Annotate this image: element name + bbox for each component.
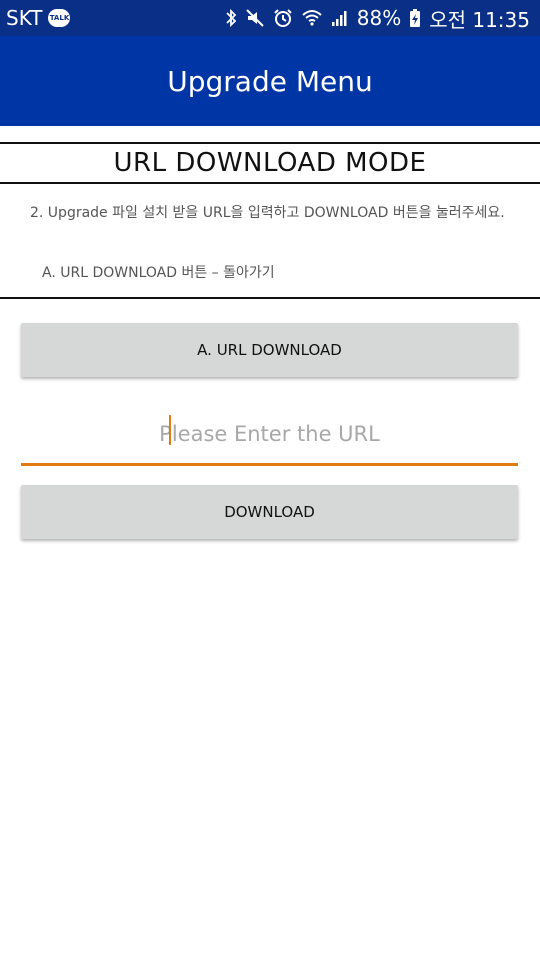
battery-charging-icon [409, 8, 421, 28]
url-download-button[interactable]: A. URL DOWNLOAD [21, 323, 518, 377]
mode-header: URL DOWNLOAD MODE [0, 142, 540, 184]
status-right: 88% 오전 11:35 [225, 4, 530, 33]
wifi-icon [301, 8, 323, 28]
status-left: SKT TALK [6, 6, 71, 30]
status-bar: SKT TALK 88% 오전 11:35 [0, 0, 540, 36]
app-title: Upgrade Menu [167, 64, 373, 98]
sub-instruction-text: A. URL DOWNLOAD 버튼 – 돌아가기 [42, 265, 275, 281]
url-field [21, 404, 518, 466]
carrier-label: SKT [6, 6, 43, 30]
download-button[interactable]: DOWNLOAD [21, 485, 518, 539]
url-input[interactable] [21, 404, 518, 464]
battery-percent: 88% [356, 6, 402, 30]
section-divider [0, 297, 540, 299]
text-caret [169, 415, 171, 445]
mode-title: URL DOWNLOAD MODE [113, 148, 427, 178]
app-bar: Upgrade Menu [0, 36, 540, 126]
kakaotalk-icon: TALK [48, 9, 71, 27]
instruction-text: 2. Upgrade 파일 설치 받을 URL을 입력하고 DOWNLOAD 버… [30, 205, 505, 221]
clock: 오전 11:35 [429, 7, 530, 32]
signal-icon [331, 8, 349, 28]
mute-icon [245, 8, 265, 28]
bluetooth-icon [225, 8, 237, 28]
alarm-icon [273, 8, 293, 28]
